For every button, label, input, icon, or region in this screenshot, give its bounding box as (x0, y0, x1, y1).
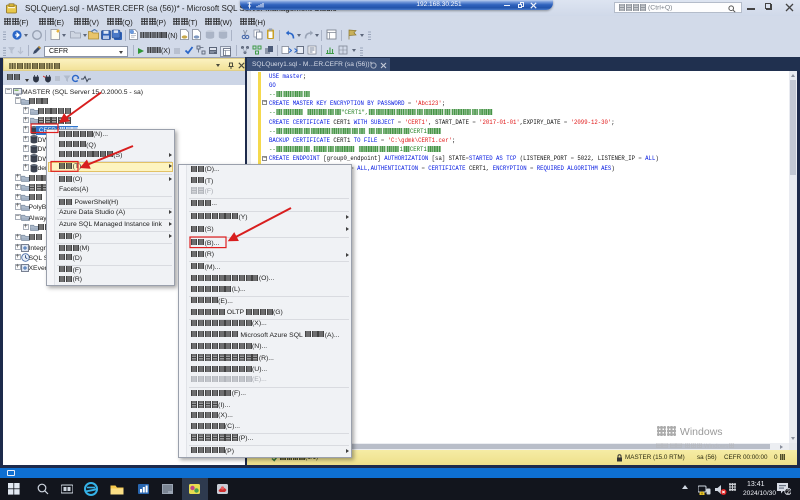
svg-text:2: 2 (786, 488, 790, 494)
